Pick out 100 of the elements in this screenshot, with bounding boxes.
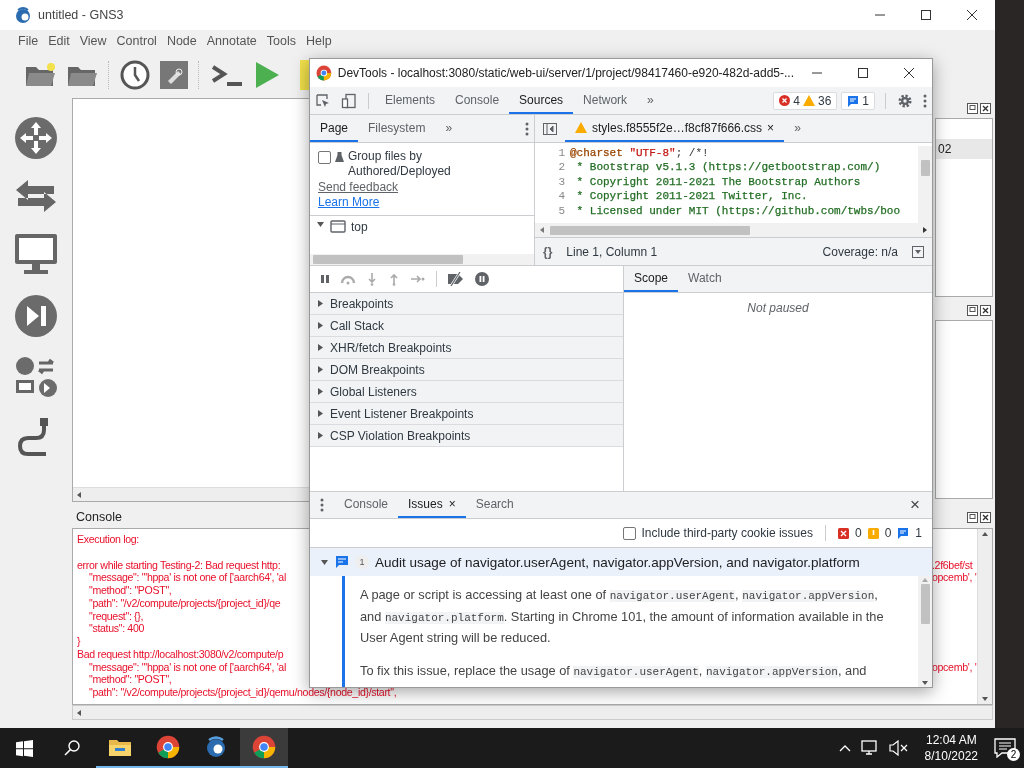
close-icon[interactable] [903,67,915,79]
device-group-icon[interactable] [14,356,58,398]
coverage-icon[interactable] [912,245,924,258]
scroll-bar[interactable] [72,705,993,720]
menu-item[interactable]: Control [111,34,162,48]
clock-icon[interactable] [120,60,150,90]
menu-item[interactable]: Annotate [201,34,262,48]
checkbox[interactable] [318,151,331,164]
chrome-icon [316,65,332,81]
format-button[interactable]: {} [543,244,553,259]
issue-description: A page or script is accessing at least one of navigator.userAgent, navigator.appVersion, and navigator.platform. Starting in Chrome 101, the amount of information available in the User Agent string will be reduced. [360,586,885,647]
expand-arrow-icon[interactable] [316,409,325,418]
panel-tab[interactable]: Network [573,87,638,114]
checkbox-label: Include third-party cookie issues [641,526,813,540]
file-tab[interactable]: styles.f8555f2e…f8cf87f666.css × [565,115,785,142]
play-pause-icon[interactable] [14,294,58,338]
maximize-icon[interactable] [857,67,869,79]
log-line: "method": "POST", [89,673,172,686]
status-message: Not paused [746,301,810,315]
log-line: Execution log: [77,533,139,545]
close-icon[interactable] [980,102,991,114]
window-title: DevTools - localhost:3080/static/web-ui/server/1/project/98417460-e920-482d-add5-... [337,66,794,80]
network-icon[interactable] [860,740,879,756]
log-line: "status": 400 [89,622,145,635]
issue-header[interactable]: 1 Audit usage of navigator.userAgent, navigator.appVersion, and navigator.platform [310,548,932,576]
expand-arrow-icon[interactable] [316,343,325,352]
router-icon[interactable] [14,116,58,160]
menu-item[interactable]: Edit [43,34,75,48]
more-tabs-button[interactable]: » [784,115,811,142]
sidebar-tab[interactable]: Watch [678,266,732,292]
expand-arrow-icon[interactable] [316,387,325,396]
maximize-icon[interactable] [920,9,932,21]
menu-item[interactable]: Tools [261,34,301,48]
section-header[interactable]: Global Listeners [330,384,417,399]
expand-arrow-icon[interactable] [320,557,329,567]
float-icon[interactable] [967,102,978,114]
search-icon[interactable] [64,740,80,756]
folder-icon[interactable] [108,737,132,757]
pause-on-exceptions-icon[interactable] [475,272,489,286]
link[interactable]: Send feedback [318,180,526,194]
line-number: 1 [557,146,565,161]
line-number: 3 [557,174,565,190]
scroll-bar[interactable] [918,576,932,687]
chrome-icon[interactable] [156,735,180,759]
close-button[interactable]: × [898,495,932,515]
menu-item[interactable]: File [13,34,44,48]
panel-tab[interactable]: Console [445,87,510,114]
clock[interactable]: 12:04 AM 8/10/2022 [924,732,978,764]
menu-item[interactable]: Node [161,34,202,48]
section-header[interactable]: Call Stack [330,318,385,333]
menu-item[interactable]: Help [301,34,337,48]
chevron-up-icon[interactable] [838,744,851,752]
section-header[interactable]: Breakpoints [330,296,394,311]
switch-icon[interactable] [14,178,58,214]
checkbox[interactable] [622,526,636,540]
error-count: 0 [854,526,862,540]
flask-icon [335,152,344,162]
log-line: opcemb', ' [932,660,977,674]
terminal-icon[interactable] [210,63,244,87]
scroll-bar[interactable] [310,253,534,265]
code-line: * Copyright 2011-2021 The Bootstrap Authors [575,174,862,190]
muted-speaker-icon[interactable] [888,740,909,756]
monitor-icon[interactable] [14,232,58,276]
taskbar-app[interactable] [240,728,288,768]
pen-icon[interactable] [160,61,188,89]
link[interactable]: Learn More [318,195,526,209]
log-line: "message": "'hppa' is not one of ['aarch64', 'al [89,660,286,673]
log-line: } [77,635,81,647]
expand-arrow-icon[interactable] [316,220,325,229]
more-tabs-button[interactable]: » [435,115,463,142]
deactivate-breakpoints-icon[interactable] [447,272,465,286]
close-icon[interactable] [980,511,991,523]
start-icon[interactable] [15,739,33,757]
expand-arrow-icon[interactable] [316,299,325,308]
drawer-tab[interactable]: Console [334,492,399,518]
navigator-tab[interactable]: Filesystem [358,115,436,142]
code-line: @charset "UTF-8"; /*! [570,146,710,161]
expand-arrow-icon[interactable] [316,321,325,330]
issues-badge[interactable]: 1 [841,91,875,110]
scroll-bar[interactable] [535,223,932,237]
float-icon[interactable] [967,511,978,523]
drawer-tab[interactable]: Search [465,492,524,518]
close-icon[interactable] [980,304,991,316]
close-icon[interactable] [966,9,978,21]
tree-item[interactable]: top [351,220,368,234]
scroll-bar[interactable] [977,529,992,704]
float-icon[interactable] [967,304,978,316]
checkbox-label: Group files by Authored/Deployed [348,149,452,179]
expand-arrow-icon[interactable] [316,365,325,374]
gns3-logo-icon[interactable] [204,735,228,759]
more-tabs-button[interactable]: » [637,87,664,114]
expand-arrow-icon[interactable] [316,431,325,440]
menu-item[interactable]: View [74,34,112,48]
chrome-icon[interactable] [252,735,276,759]
scroll-bar[interactable] [918,146,932,223]
error-warning-badge[interactable]: 4 36 [773,91,838,110]
notification-icon[interactable] [994,738,1016,758]
sidebar-tab[interactable]: Scope [624,266,679,292]
drawer-tab[interactable]: Issues × [398,492,466,518]
panel-tab[interactable]: Elements [375,87,446,114]
